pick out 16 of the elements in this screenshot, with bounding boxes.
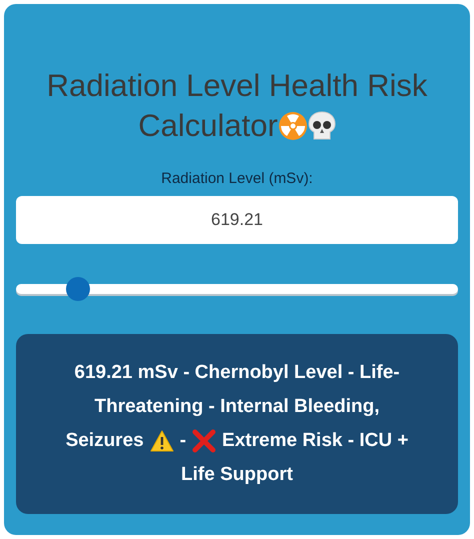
skull-icon — [308, 111, 336, 141]
risk-message: Extreme Risk - ICU + — [222, 428, 408, 452]
risk-message: Seizures — [66, 428, 144, 452]
slider-thumb[interactable] — [66, 276, 90, 300]
risk-message: Life Support — [181, 462, 293, 486]
risk-message: Threatening - Internal Bleeding, — [94, 394, 380, 418]
input-field[interactable]: 619.21 — [16, 196, 458, 244]
page-title: Radiation Level Health Risk — [46, 67, 428, 105]
radiation-icon — [278, 111, 308, 141]
page-title: Calculator — [138, 107, 278, 145]
slider[interactable] — [16, 276, 458, 300]
risk-message: 619.21 mSv - Chernobyl Level - Life- — [74, 360, 400, 384]
risk-message: - — [180, 428, 186, 452]
warning-icon — [150, 430, 174, 452]
field-label: Radiation Level (mSv): — [160, 169, 314, 189]
cross-icon — [192, 428, 216, 452]
